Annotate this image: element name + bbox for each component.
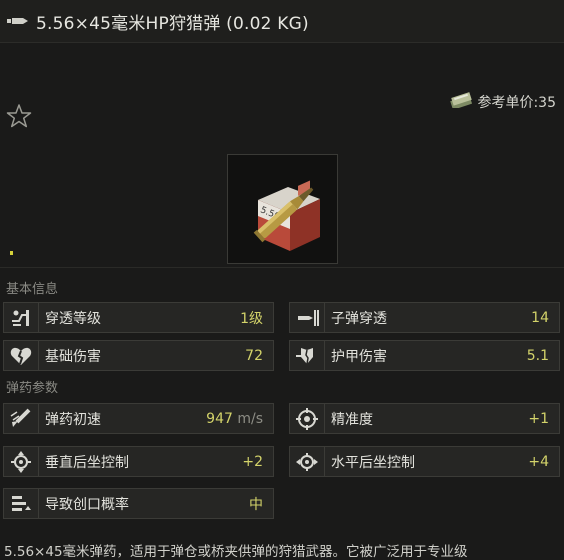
- indicator-dot: [10, 251, 13, 255]
- stat-label: 水平后坐控制: [331, 454, 415, 471]
- title-bar: 5.56×45毫米HP狩猎弹 (0.02 KG): [0, 0, 564, 43]
- horizontal-recoil-icon: [290, 447, 324, 476]
- stat-label: 子弹穿透: [331, 310, 387, 327]
- penetration-icon: [4, 303, 38, 332]
- stat-armor-damage: 护甲伤害 5.1: [289, 340, 560, 371]
- stat-accuracy: 精准度 +1: [289, 403, 560, 434]
- velocity-unit: m/s: [237, 410, 263, 427]
- stat-bleed-chance: 导致创口概率 中: [3, 488, 274, 519]
- vertical-recoil-icon: [4, 447, 38, 476]
- stat-label: 导致创口概率: [45, 496, 129, 513]
- item-title: 5.56×45毫米HP狩猎弹 (0.02 KG): [36, 13, 309, 34]
- stat-label: 基础伤害: [45, 348, 101, 365]
- stat-value: 1级: [240, 310, 263, 327]
- stat-value: +4: [528, 453, 549, 470]
- stat-value: 947 m/s: [206, 411, 273, 427]
- ammo-box-image: 5.56: [253, 180, 320, 251]
- stat-base-damage: 基础伤害 72: [3, 340, 274, 371]
- stat-label: 弹药初速: [45, 411, 101, 428]
- stat-value: 5.1: [526, 347, 549, 364]
- section-basic-info: 基本信息: [6, 282, 59, 297]
- velocity-icon: [4, 404, 38, 433]
- item-overview: 参考单价:35 5.56: [0, 43, 564, 275]
- crosshair-icon: [290, 404, 324, 433]
- item-image-frame[interactable]: 5.56: [227, 154, 338, 264]
- stat-horizontal-recoil: 水平后坐控制 +4: [289, 446, 560, 477]
- stat-penetration-level: 穿透等级 1级: [3, 302, 274, 333]
- stat-value: 中: [249, 496, 263, 513]
- broken-heart-icon: [4, 341, 38, 370]
- price-label: 参考单价:35: [477, 95, 556, 111]
- bullet-penetration-icon: [290, 303, 324, 332]
- stat-value: 72: [245, 347, 263, 364]
- velocity-number: 947: [206, 410, 233, 427]
- stat-value: 14: [531, 309, 549, 326]
- favorite-star-icon[interactable]: [6, 103, 32, 132]
- item-description: 5.56×45毫米弹药，适用于弹仓或桥夹供弹的狩猎武器。它被广泛用于专业级: [4, 544, 468, 560]
- armor-damage-icon: [290, 341, 324, 370]
- section-divider: [0, 267, 564, 268]
- price-display: 参考单价:35: [449, 92, 556, 112]
- section-ammo-params: 弹药参数: [6, 381, 59, 396]
- stat-muzzle-velocity: 弹药初速 947 m/s: [3, 403, 274, 434]
- stat-bullet-penetration: 子弹穿透 14: [289, 302, 560, 333]
- stat-vertical-recoil: 垂直后坐控制 +2: [3, 446, 274, 477]
- stat-value: +2: [242, 453, 263, 470]
- stat-value: +1: [528, 410, 549, 427]
- stat-label: 精准度: [331, 411, 373, 428]
- stat-label: 垂直后坐控制: [45, 454, 129, 471]
- bleed-icon: [4, 489, 38, 518]
- stat-label: 护甲伤害: [331, 348, 387, 365]
- money-icon: [449, 92, 473, 112]
- stat-label: 穿透等级: [45, 310, 101, 327]
- ammo-icon: [7, 17, 29, 25]
